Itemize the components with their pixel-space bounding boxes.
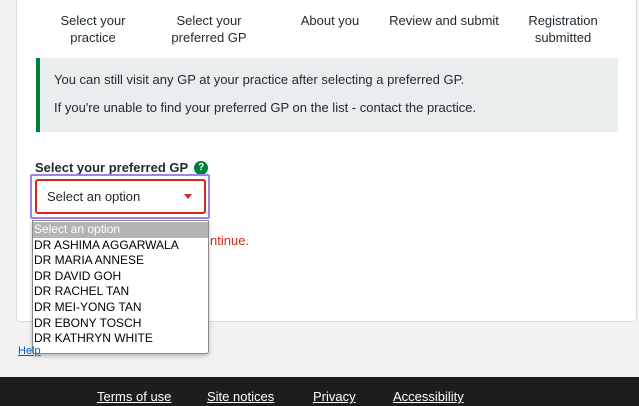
- field-label: Select your preferred GP ?: [35, 160, 209, 175]
- step-registration-submitted: Registration submitted: [528, 13, 598, 45]
- dropdown-option[interactable]: DR RACHEL TAN: [33, 284, 208, 300]
- dropdown-option[interactable]: DR KATHRYN WHITE: [33, 331, 208, 347]
- field-label-text: Select your preferred GP: [35, 160, 189, 175]
- gp-dropdown-list[interactable]: Select an option DR ASHIMA AGGARWALA DR …: [32, 220, 209, 354]
- progress-steps: Select your practice Select your preferr…: [0, 8, 639, 48]
- step-review-submit: Review and submit: [389, 13, 499, 28]
- gp-select-value: Select an option: [47, 189, 141, 204]
- dropdown-option[interactable]: Select an option: [33, 222, 208, 238]
- dropdown-option[interactable]: DR MARIA ANNESE: [33, 253, 208, 269]
- inset-line-2: If you're unable to find your preferred …: [54, 100, 477, 115]
- dropdown-option[interactable]: DR DAVID GOH: [33, 269, 208, 285]
- info-inset: You can still visit any GP at your pract…: [36, 58, 618, 132]
- footer: Terms of use Site notices Privacy Access…: [0, 377, 639, 406]
- step-select-gp: Select your preferred GP: [171, 13, 247, 45]
- help-icon[interactable]: ?: [194, 160, 209, 175]
- footer-link-terms[interactable]: Terms of use: [97, 389, 171, 404]
- inset-line-1: You can still visit any GP at your pract…: [54, 72, 465, 87]
- gp-select[interactable]: Select an option: [35, 179, 206, 214]
- step-about-you: About you: [300, 13, 360, 28]
- footer-link-site-notices[interactable]: Site notices: [207, 389, 274, 404]
- dropdown-option[interactable]: DR EBONY TOSCH: [33, 316, 208, 332]
- dropdown-option[interactable]: DR MEI-YONG TAN: [33, 300, 208, 316]
- dropdown-option[interactable]: DR ASHIMA AGGARWALA: [33, 238, 208, 254]
- chevron-down-icon: [184, 194, 192, 199]
- footer-link-privacy[interactable]: Privacy: [313, 389, 356, 404]
- help-link[interactable]: Help: [18, 345, 41, 357]
- footer-link-accessibility[interactable]: Accessibility: [393, 389, 464, 404]
- error-message: ntinue.: [210, 233, 250, 248]
- step-select-practice: Select your practice: [60, 13, 126, 45]
